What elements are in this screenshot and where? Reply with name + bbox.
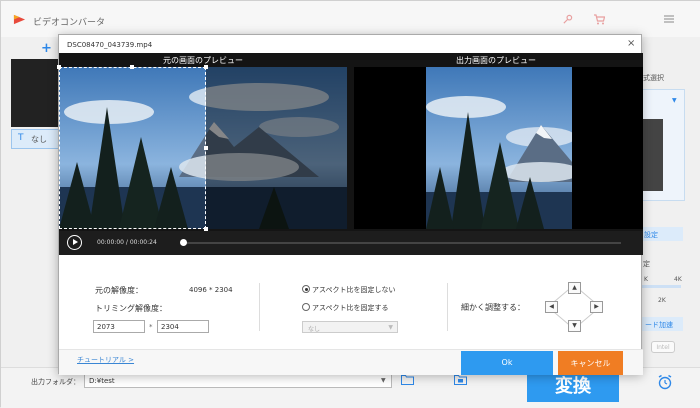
seek-track[interactable] [183, 242, 621, 244]
output-folder-label: 出力フォルダ： [31, 378, 80, 386]
adjust-left-button[interactable]: ◀ [545, 301, 558, 313]
trim-height-input[interactable]: 2304 [157, 320, 209, 333]
play-button[interactable] [67, 235, 82, 250]
cancel-button[interactable]: キャンセル [558, 351, 623, 375]
chevron-down-icon: ▼ [388, 324, 393, 331]
original-resolution-value: 4096 * 2304 [189, 286, 233, 294]
text-icon: T [18, 133, 24, 143]
fine-adjust-label: 細かく調整する： [461, 303, 525, 312]
time-separator: / [125, 239, 128, 246]
aspect-ratio-select[interactable]: なし ▼ [302, 321, 398, 333]
adjust-right-button[interactable]: ▶ [590, 301, 603, 313]
trim-resolution-label: トリミング解像度： [95, 304, 167, 313]
open-folder-icon[interactable] [454, 374, 467, 385]
radio-fixed[interactable] [302, 303, 310, 311]
crop-box[interactable] [59, 67, 206, 229]
radio-fixed-label[interactable]: アスペクト比を固定する [312, 303, 389, 313]
original-resolution-label: 元の解像度： [95, 286, 143, 295]
crop-dialog: DSC08470_043739.mp4 × 元の画面のプレビュー 出力画面のプレ… [57, 34, 643, 375]
add-file-icon[interactable]: + [41, 41, 52, 56]
original-preview-label: 元の画面のプレビュー [163, 56, 243, 65]
hw-accel-button[interactable]: ード加速 [641, 317, 683, 331]
subtitle-button-label: なし [31, 135, 47, 144]
key-icon[interactable] [562, 14, 573, 25]
aspect-ratio-value: なし [308, 326, 321, 333]
times-symbol: * [149, 323, 153, 331]
seek-thumb[interactable] [180, 239, 187, 246]
format-select-label[interactable]: 式選択 [643, 73, 664, 83]
output-folder-input[interactable]: D:¥test [84, 374, 392, 388]
radio-unfixed[interactable] [302, 285, 310, 293]
crop-handle-t[interactable] [130, 65, 134, 69]
dialog-title: DSC08470_043739.mp4 [67, 41, 153, 49]
dialog-footer [59, 349, 643, 375]
crop-handle-tr[interactable] [204, 65, 208, 69]
divider [447, 283, 448, 331]
radio-unfixed-label[interactable]: アスペクト比を固定しない [312, 285, 396, 295]
title-bar: ビデオコンバータ [1, 1, 700, 37]
resolution-label: 定 [643, 260, 650, 268]
resolution-2k: 2K [658, 297, 666, 304]
ok-button[interactable]: Ok [461, 351, 553, 375]
tutorial-link[interactable]: チュートリアル > [77, 355, 134, 365]
adjust-down-button[interactable]: ▼ [568, 320, 581, 332]
direction-pad: ▲ ◀ ▶ ▼ [545, 282, 603, 332]
intel-badge: Intel [651, 341, 675, 353]
divider [259, 283, 260, 331]
menu-icon[interactable] [664, 15, 674, 23]
output-preview [354, 67, 643, 229]
folder-icon[interactable] [401, 374, 414, 385]
close-icon[interactable]: × [627, 38, 635, 49]
subtitle-button[interactable]: T なし [11, 129, 61, 149]
resolution-k: K [644, 276, 648, 283]
crop-dim-overlay [206, 67, 347, 229]
format-dropdown-icon[interactable]: ▼ [672, 97, 677, 104]
output-preview-label: 出力画面のプレビュー [456, 56, 536, 65]
output-folder-dropdown-icon[interactable]: ▼ [381, 377, 386, 384]
time-total: 00:00:24 [129, 239, 157, 246]
app-title: ビデオコンバータ [33, 18, 106, 28]
player-bar: 00:00:00 / 00:00:24 [59, 231, 643, 255]
time-current: 00:00:00 [97, 239, 124, 246]
crop-handle-r[interactable] [204, 146, 208, 150]
crop-handle-tl[interactable] [57, 65, 61, 69]
cart-icon[interactable] [593, 14, 605, 25]
resolution-slider[interactable] [641, 285, 681, 288]
format-thumbnail [641, 119, 663, 191]
trim-width-input[interactable]: 2073 [93, 320, 145, 333]
adjust-up-button[interactable]: ▲ [568, 282, 581, 294]
file-thumbnail [11, 59, 61, 127]
output-video-frame [426, 67, 572, 229]
original-preview[interactable] [57, 65, 347, 231]
time-readout: 00:00:00 / 00:00:24 [97, 239, 157, 246]
app-logo-icon [13, 14, 26, 25]
settings-button[interactable]: 設定 [641, 227, 683, 241]
alarm-icon[interactable] [657, 374, 673, 390]
resolution-4k: 4K [674, 276, 682, 283]
